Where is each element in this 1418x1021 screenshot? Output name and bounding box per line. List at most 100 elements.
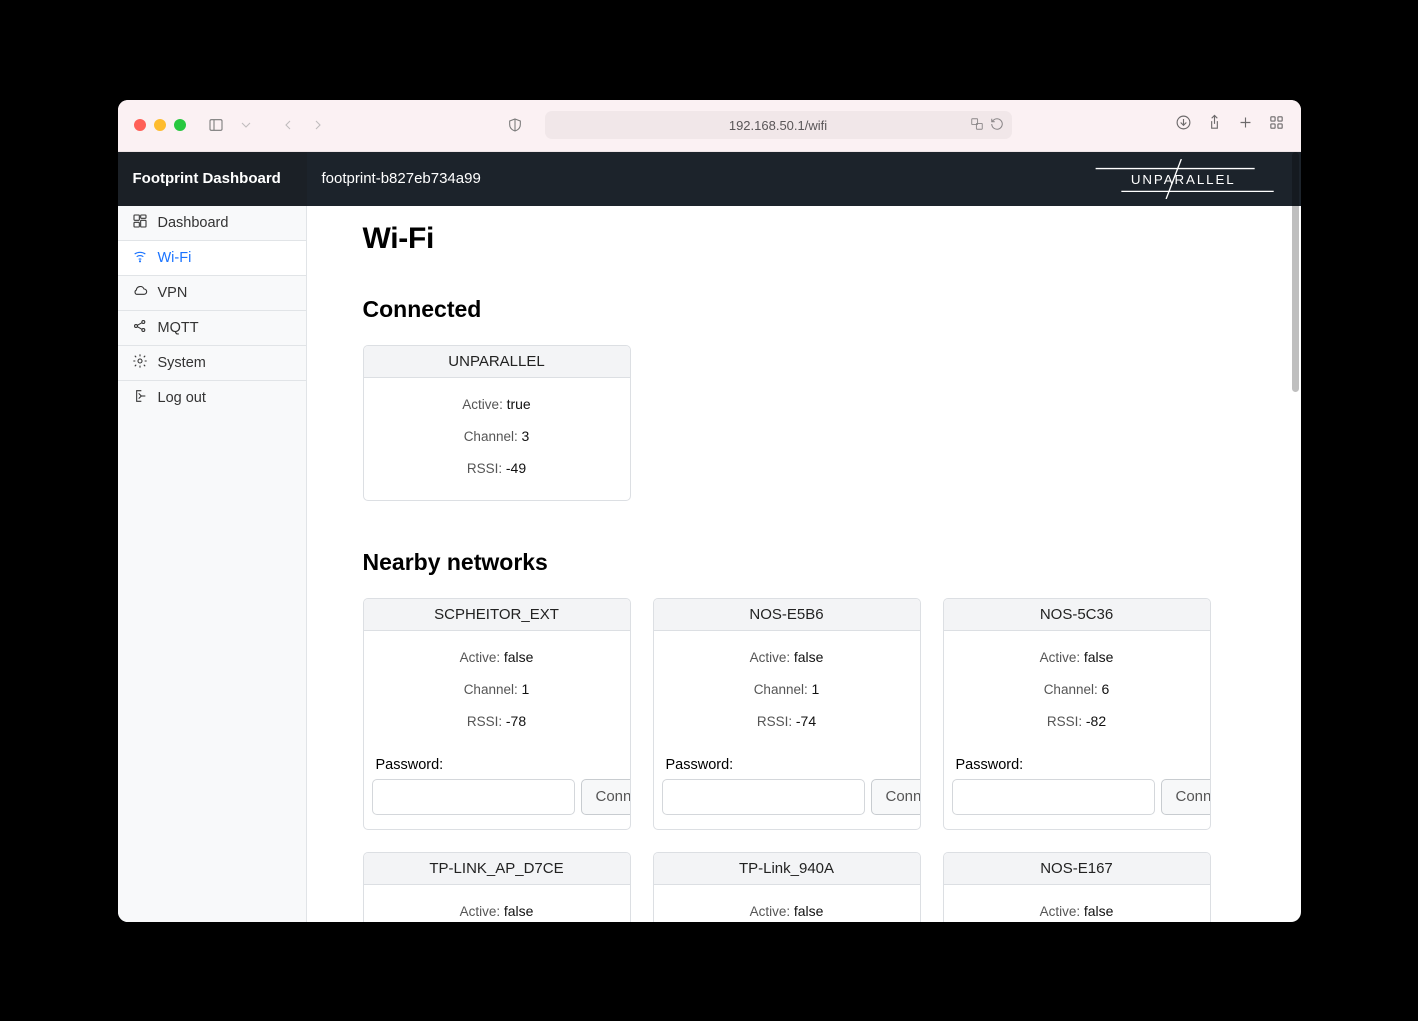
tab-overview-icon[interactable] [1268, 114, 1285, 136]
privacy-shield-icon[interactable] [501, 113, 529, 137]
rssi-value: -82 [1086, 713, 1106, 729]
sidebar-item-dashboard[interactable]: Dashboard [118, 206, 306, 241]
network-ssid: NOS-E167 [944, 853, 1210, 885]
channel-value: 6 [1102, 681, 1110, 697]
active-value: false [794, 649, 824, 665]
network-card-body: ActivefalseChannel1 [944, 885, 1210, 922]
password-input[interactable] [372, 779, 575, 815]
password-label: Password: [654, 753, 920, 779]
active-value: false [504, 649, 534, 665]
network-card: UNPARALLELActivetrueChannel3RSSI-49 [363, 345, 631, 501]
password-input[interactable] [952, 779, 1155, 815]
connect-button[interactable]: Connect [1161, 779, 1211, 815]
window-controls [134, 119, 186, 131]
network-card: NOS-5C36 Activefalse Channel6 RSSI-82 Passwo… [943, 598, 1211, 830]
channel-label: Channel [464, 682, 522, 697]
active-value: false [794, 903, 824, 919]
sidebar-item-label: Wi-Fi [158, 250, 192, 266]
address-bar[interactable]: 192.168.50.1/wifi [545, 111, 1012, 139]
connect-button[interactable]: Connect [581, 779, 631, 815]
new-tab-icon[interactable] [1237, 114, 1254, 136]
active-label: Active [462, 397, 506, 412]
sidebar-item-label: MQTT [158, 320, 199, 336]
active-label: Active [460, 650, 504, 665]
network-card-body: ActivefalseChannel10 [364, 885, 630, 922]
close-window-button[interactable] [134, 119, 146, 131]
url-text: 192.168.50.1/wifi [729, 118, 827, 133]
logout-icon [132, 388, 148, 408]
password-input[interactable] [662, 779, 865, 815]
sidebar-item-mqtt[interactable]: MQTT [118, 311, 306, 346]
company-logo: UNPARALLEL [1088, 152, 1300, 206]
rssi-value: -78 [506, 713, 526, 729]
network-card: SCPHEITOR_EXT Activefalse Channel1 RSSI-78 P… [363, 598, 631, 830]
network-card: TP-LINK_AP_D7CEActivefalseChannel10 [363, 852, 631, 922]
translate-icon[interactable] [970, 117, 984, 134]
rssi-label: RSSI [1047, 714, 1086, 729]
logo-text: UNPARALLEL [1131, 171, 1236, 186]
network-card-body: Activefalse Channel6 RSSI-82 [944, 631, 1210, 753]
channel-value: 1 [812, 681, 820, 697]
back-button[interactable] [274, 113, 302, 137]
sidebar-item-logout[interactable]: Log out [118, 381, 306, 416]
network-card-body: ActivefalseChannel4 [654, 885, 920, 922]
network-ssid: NOS-E5B6 [654, 599, 920, 631]
active-value: true [507, 396, 531, 412]
connected-cards: UNPARALLELActivetrueChannel3RSSI-49 [363, 345, 1245, 501]
connect-button[interactable]: Connect [871, 779, 921, 815]
minimize-window-button[interactable] [154, 119, 166, 131]
channel-label: Channel [1044, 682, 1102, 697]
password-label: Password: [944, 753, 1210, 779]
network-ssid: TP-LINK_AP_D7CE [364, 853, 630, 885]
network-card: NOS-E5B6ActivefalseChannel1RSSI-74Passwo… [653, 598, 921, 830]
channel-value: 1 [522, 681, 530, 697]
network-card-body: ActivetrueChannel3RSSI-49 [364, 378, 630, 500]
network-card-body: ActivefalseChannel1RSSI-74 [654, 631, 920, 753]
browser-toolbar: 192.168.50.1/wifi [118, 100, 1301, 152]
main-content: Wi-Fi Connected UNPARALLELActivetrueChan… [307, 206, 1301, 922]
page-title: Wi-Fi [363, 222, 1245, 256]
network-ssid: UNPARALLEL [364, 346, 630, 378]
network-ssid: SCPHEITOR_EXT [364, 599, 630, 631]
rssi-value: -49 [506, 460, 526, 476]
password-label: Password: [364, 753, 630, 779]
active-value: false [1084, 903, 1114, 919]
sidebar-item-vpn[interactable]: VPN [118, 276, 306, 311]
sidebar-item-label: Dashboard [158, 215, 229, 231]
rssi-label: RSSI [757, 714, 796, 729]
cloud-icon [132, 283, 148, 303]
active-label: Active [750, 650, 794, 665]
rssi-value: -74 [796, 713, 816, 729]
downloads-icon[interactable] [1175, 114, 1192, 136]
sidebar-item-label: Log out [158, 390, 206, 406]
sidebar-item-label: System [158, 355, 206, 371]
rssi-label: RSSI [467, 714, 506, 729]
active-value: false [1084, 649, 1114, 665]
active-label: Active [1040, 904, 1084, 919]
maximize-window-button[interactable] [174, 119, 186, 131]
dashboard-icon [132, 213, 148, 233]
sidebar-item-system[interactable]: System [118, 346, 306, 381]
active-label: Active [460, 904, 504, 919]
scrollbar[interactable] [1292, 152, 1299, 392]
forward-button[interactable] [304, 113, 332, 137]
network-card: TP-Link_940AActivefalseChannel4 [653, 852, 921, 922]
wifi-icon [132, 248, 148, 268]
sidebar-toggle-button[interactable] [202, 113, 230, 137]
active-label: Active [1040, 650, 1084, 665]
active-value: false [504, 903, 534, 919]
reload-icon[interactable] [990, 117, 1004, 134]
active-label: Active [750, 904, 794, 919]
app-header: Footprint Dashboard footprint-b827eb734a… [118, 152, 1301, 206]
share-icon[interactable] [1206, 114, 1223, 136]
network-ssid: TP-Link_940A [654, 853, 920, 885]
network-card: NOS-E167ActivefalseChannel1 [943, 852, 1211, 922]
rssi-label: RSSI [467, 461, 506, 476]
device-hostname: footprint-b827eb734a99 [307, 152, 481, 206]
sidebar-item-label: VPN [158, 285, 188, 301]
share-icon [132, 318, 148, 338]
network-ssid: NOS-5C36 [944, 599, 1210, 631]
sidebar-item-wifi[interactable]: Wi-Fi [118, 241, 306, 276]
tab-group-dropdown[interactable] [232, 113, 260, 137]
browser-window: 192.168.50.1/wifi Footprint Dashboard fo… [118, 100, 1301, 922]
